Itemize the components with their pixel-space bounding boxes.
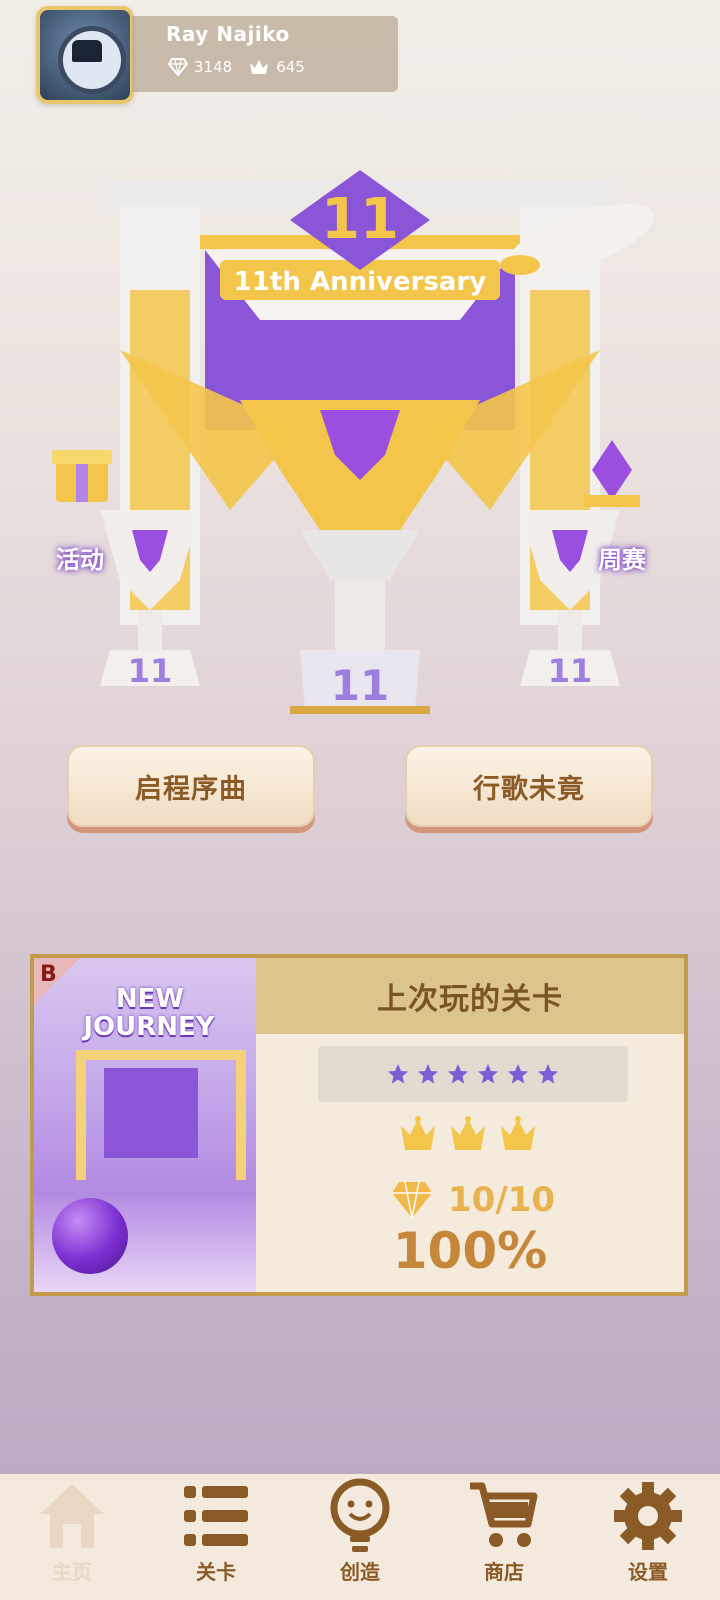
lightbulb-icon [330, 1478, 390, 1552]
ball-icon [52, 1198, 128, 1274]
last-played-header: 上次玩的关卡 [256, 958, 684, 1034]
nav-levels-label: 关卡 [196, 1560, 236, 1584]
anniversary-trophy-illustration: 11th Anniversary 11 11 11 11 [52, 170, 654, 714]
unfinished-song-button[interactable]: 行歌未竟 [405, 745, 653, 827]
trophy-scene: 11th Anniversary 11 11 11 11 [0, 110, 720, 730]
thumbnail-gate-inner [104, 1068, 198, 1158]
crown-icon [451, 1116, 485, 1150]
list-icon [184, 1486, 248, 1546]
crown-icon [248, 58, 270, 76]
gear-icon [614, 1482, 682, 1550]
nav-settings-label: 设置 [628, 1560, 668, 1584]
home-icon [40, 1484, 104, 1548]
crown-count: 645 [276, 58, 305, 76]
nav-home-label: 主页 [52, 1560, 92, 1584]
gem-progress: 10/10 [390, 1180, 555, 1220]
avatar[interactable] [36, 6, 134, 104]
gem-count: 10/10 [448, 1180, 556, 1220]
level-badge: B [40, 962, 57, 987]
visor-icon [72, 40, 102, 62]
player-name: Ray Najiko [166, 22, 290, 46]
last-played-card[interactable]: B NEW JOURNEY 上次玩的关卡 10/10 100% [30, 954, 688, 1296]
crown-stat: 645 [248, 58, 305, 76]
star-icon [478, 1064, 498, 1084]
bottom-nav: 主页 关卡 创造 商店 设置 [0, 1474, 720, 1600]
diamond-icon [392, 1181, 432, 1219]
prelude-button[interactable]: 启程序曲 [67, 745, 315, 827]
nav-home[interactable]: 主页 [0, 1474, 144, 1600]
left-trophy-number: 11 [128, 652, 173, 690]
player-info: Ray Najiko 3148 645 [132, 16, 398, 92]
nav-shop-label: 商店 [484, 1560, 524, 1584]
nav-levels[interactable]: 关卡 [144, 1474, 288, 1600]
nav-create[interactable]: 创造 [288, 1474, 432, 1600]
crown-rating [398, 1116, 538, 1154]
diamond-count: 3148 [194, 58, 233, 76]
diamond-stat: 3148 [168, 58, 232, 76]
diamond-icon [168, 58, 188, 76]
gift-icon [52, 450, 112, 502]
top-number: 11 [321, 187, 399, 252]
thumbnail-title-line1: NEW [115, 984, 185, 1014]
star-icon [418, 1064, 438, 1084]
difficulty-stars [318, 1046, 628, 1102]
star-icon [388, 1064, 408, 1084]
weekly-contest-button[interactable]: 周赛 [598, 540, 646, 575]
star-icon [508, 1064, 528, 1084]
star-icon [448, 1064, 468, 1084]
cart-icon [470, 1482, 538, 1547]
nav-shop[interactable]: 商店 [432, 1474, 576, 1600]
completion-percent: 100% [392, 1222, 548, 1280]
star-icon [538, 1064, 558, 1084]
event-button[interactable]: 活动 [56, 540, 104, 575]
banner-text: 11th Anniversary [234, 267, 486, 297]
player-card[interactable]: Ray Najiko 3148 645 [36, 6, 398, 104]
thumbnail-title-line2: JOURNEY [83, 1012, 215, 1042]
right-trophy-number: 11 [548, 652, 593, 690]
center-trophy-number: 11 [331, 661, 389, 710]
nav-settings[interactable]: 设置 [576, 1474, 720, 1600]
player-stats: 3148 645 [168, 58, 305, 76]
nav-create-label: 创造 [340, 1560, 380, 1584]
level-thumbnail[interactable]: B NEW JOURNEY [34, 958, 256, 1292]
crown-icon [401, 1116, 435, 1150]
crown-icon [501, 1116, 535, 1150]
